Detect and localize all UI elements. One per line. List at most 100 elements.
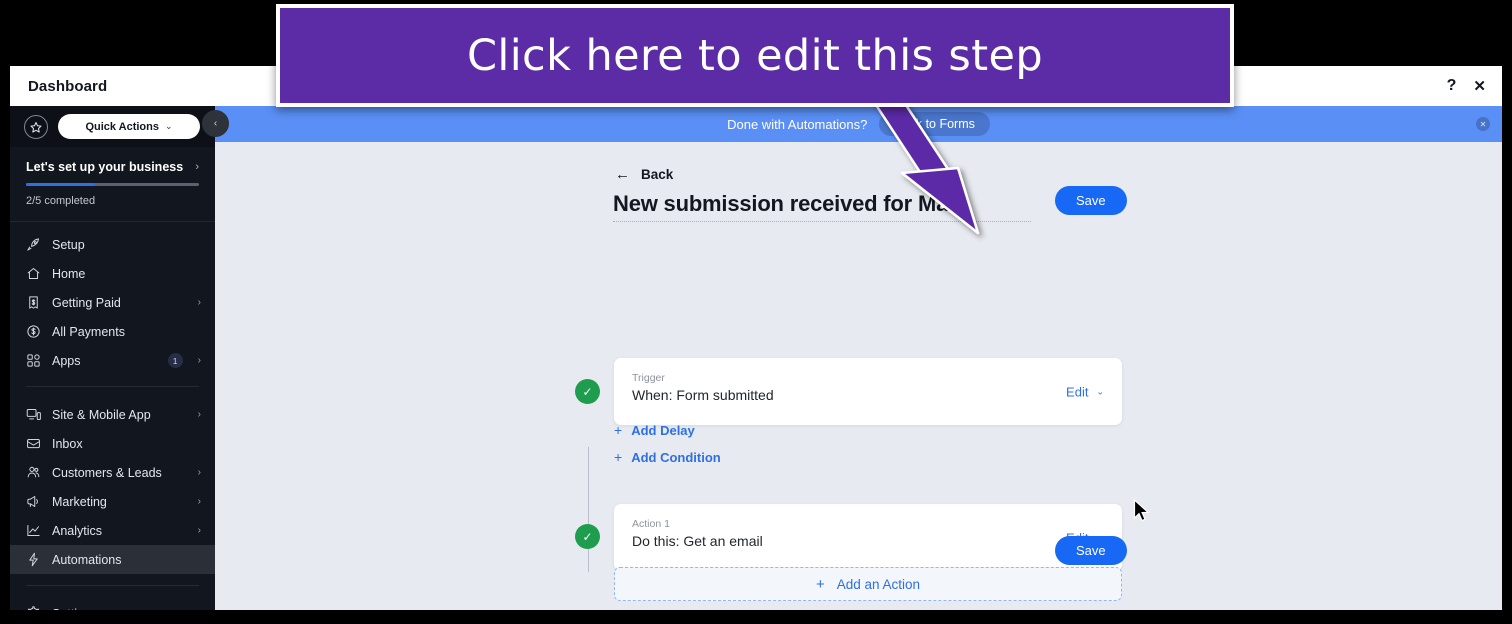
quick-actions-button[interactable]: Quick Actions ⌄ <box>58 114 200 139</box>
setup-header: Let's set up your business › <box>26 160 199 174</box>
step-kicker: Action 1 <box>632 518 670 530</box>
receipt-icon <box>26 295 41 310</box>
sidebar-item-inbox[interactable]: Inbox <box>10 429 215 458</box>
add-delay-label: Add Delay <box>631 422 695 438</box>
instruction-callout-text: Click here to edit this step <box>466 30 1044 81</box>
back-label: Back <box>641 167 674 182</box>
people-icon <box>26 465 41 480</box>
chevron-right-icon: › <box>197 355 201 366</box>
content-area: ‹ Done with Automations? Back to Forms ✕… <box>202 106 1502 610</box>
step-text: When: Form submitted <box>632 387 774 403</box>
apps-icon <box>26 353 41 368</box>
step-kicker: Trigger <box>632 372 665 384</box>
back-to-forms-button[interactable]: Back to Forms <box>879 112 990 136</box>
sidebar-item-label: Analytics <box>52 523 103 538</box>
sidebar-nav: Setup Home Getting Paid › All Payments Apps 1 ›… <box>10 222 215 610</box>
sidebar-collapse-button[interactable]: ‹ <box>202 110 229 137</box>
plus-icon: + <box>815 575 825 593</box>
step-status-check-2: ✓ <box>575 524 600 549</box>
sidebar-item-label: Inbox <box>52 436 83 451</box>
screenshot-root: Dashboard ? ✕ Quick Actions ⌄ Let's set … <box>0 0 1512 624</box>
edit-trigger-button[interactable]: Edit ⌄ <box>1066 384 1104 399</box>
chart-icon <box>26 523 41 538</box>
back-button[interactable]: ← Back <box>615 167 673 182</box>
sidebar-item-analytics[interactable]: Analytics › <box>10 516 215 545</box>
home-icon <box>26 266 41 281</box>
quick-actions-row: Quick Actions ⌄ <box>10 106 215 147</box>
sidebar-item-home[interactable]: Home <box>10 259 215 288</box>
sidebar-item-marketing[interactable]: Marketing › <box>10 487 215 516</box>
monitor-icon <box>26 407 41 422</box>
sidebar-item-label: Apps <box>52 353 81 368</box>
add-an-action-label: Add an Action <box>836 576 921 592</box>
sidebar-item-apps[interactable]: Apps 1 › <box>10 346 215 375</box>
star-icon[interactable] <box>24 114 48 139</box>
chevron-right-icon: › <box>195 161 199 173</box>
sidebar-item-customers-leads[interactable]: Customers & Leads › <box>10 458 215 487</box>
sidebar-item-settings[interactable]: Settings <box>10 599 215 610</box>
sidebar: Quick Actions ⌄ Let's set up your busine… <box>10 106 215 610</box>
mouse-cursor-icon <box>1133 499 1150 522</box>
add-delay-link[interactable]: + Add Delay <box>614 422 695 438</box>
add-condition-link[interactable]: + Add Condition <box>614 449 721 465</box>
chevron-right-icon: › <box>197 409 201 420</box>
banner-close-icon[interactable]: ✕ <box>1476 117 1490 131</box>
plus-icon: + <box>614 449 623 465</box>
trigger-step-card[interactable]: Trigger When: Form submitted Edit ⌄ <box>614 358 1122 425</box>
dollar-circle-icon <box>26 324 41 339</box>
add-condition-label: Add Condition <box>631 449 721 465</box>
add-an-action-button[interactable]: + Add an Action <box>614 567 1122 601</box>
setup-progress-block[interactable]: Let's set up your business › 2/5 complet… <box>10 147 215 222</box>
sidebar-nav-group-1: Site & Mobile App › Inbox Customers & Leads… <box>10 392 215 580</box>
bolt-icon <box>26 552 41 567</box>
flow-title-input[interactable]: New submission received for Ma… <box>613 191 1031 222</box>
sidebar-item-label: Customers & Leads <box>52 465 162 480</box>
sidebar-item-setup[interactable]: Setup <box>10 230 215 259</box>
sidebar-item-label: All Payments <box>52 324 125 339</box>
sidebar-item-getting-paid[interactable]: Getting Paid › <box>10 288 215 317</box>
help-icon[interactable]: ? <box>1447 78 1457 94</box>
inbox-icon <box>26 436 41 451</box>
sidebar-item-label: Automations <box>52 552 122 567</box>
timeline-connector <box>587 447 589 572</box>
setup-title: Let's set up your business <box>26 160 184 174</box>
quick-actions-label: Quick Actions <box>85 120 159 133</box>
page-title: Dashboard <box>28 77 108 95</box>
arrow-left-icon: ← <box>615 166 630 183</box>
flow-title-row: New submission received for Ma… <box>613 191 1123 222</box>
chevron-right-icon: › <box>197 525 201 536</box>
sidebar-item-label: Settings <box>52 607 201 611</box>
banner-text: Done with Automations? <box>727 116 868 132</box>
step-text: Do this: Get an email <box>632 533 763 549</box>
sidebar-item-label: Site & Mobile App <box>52 407 151 422</box>
save-button-top[interactable]: Save <box>1055 186 1127 215</box>
setup-progress-fill <box>26 183 96 186</box>
plus-icon: + <box>614 422 623 438</box>
sidebar-item-automations[interactable]: Automations <box>10 545 215 574</box>
chevron-right-icon: › <box>197 467 201 478</box>
save-button-bottom[interactable]: Save <box>1055 536 1127 565</box>
chevron-down-icon: ⌄ <box>165 121 173 131</box>
sidebar-item-site-mobile-app[interactable]: Site & Mobile App › <box>10 400 215 429</box>
close-icon[interactable]: ✕ <box>1473 79 1486 94</box>
sidebar-divider <box>26 585 199 586</box>
instruction-callout: Click here to edit this step <box>276 4 1234 107</box>
topbar-actions: ? ✕ <box>1447 66 1486 106</box>
automation-canvas: ← Back New submission received for Ma… S… <box>215 142 1502 610</box>
step-status-check-1: ✓ <box>575 379 600 404</box>
chevron-right-icon: › <box>197 297 201 308</box>
action-step-card[interactable]: Action 1 Do this: Get an email Edit ⌄ <box>614 504 1122 571</box>
app-window: Dashboard ? ✕ Quick Actions ⌄ Let's set … <box>10 66 1502 610</box>
setup-progress-label: 2/5 completed <box>26 195 96 207</box>
setup-progress-bar <box>26 183 199 186</box>
sidebar-divider <box>26 386 199 387</box>
sidebar-nav-group-0: Setup Home Getting Paid › All Payments Apps 1 › <box>10 222 215 381</box>
megaphone-icon <box>26 494 41 509</box>
sidebar-item-label: Home <box>52 266 86 281</box>
sidebar-item-badge: 1 <box>167 353 183 368</box>
chevron-right-icon: › <box>197 496 201 507</box>
rocket-icon <box>26 237 41 252</box>
gear-icon <box>26 606 41 610</box>
sidebar-item-all-payments[interactable]: All Payments <box>10 317 215 346</box>
sidebar-item-label: Getting Paid <box>52 295 121 310</box>
